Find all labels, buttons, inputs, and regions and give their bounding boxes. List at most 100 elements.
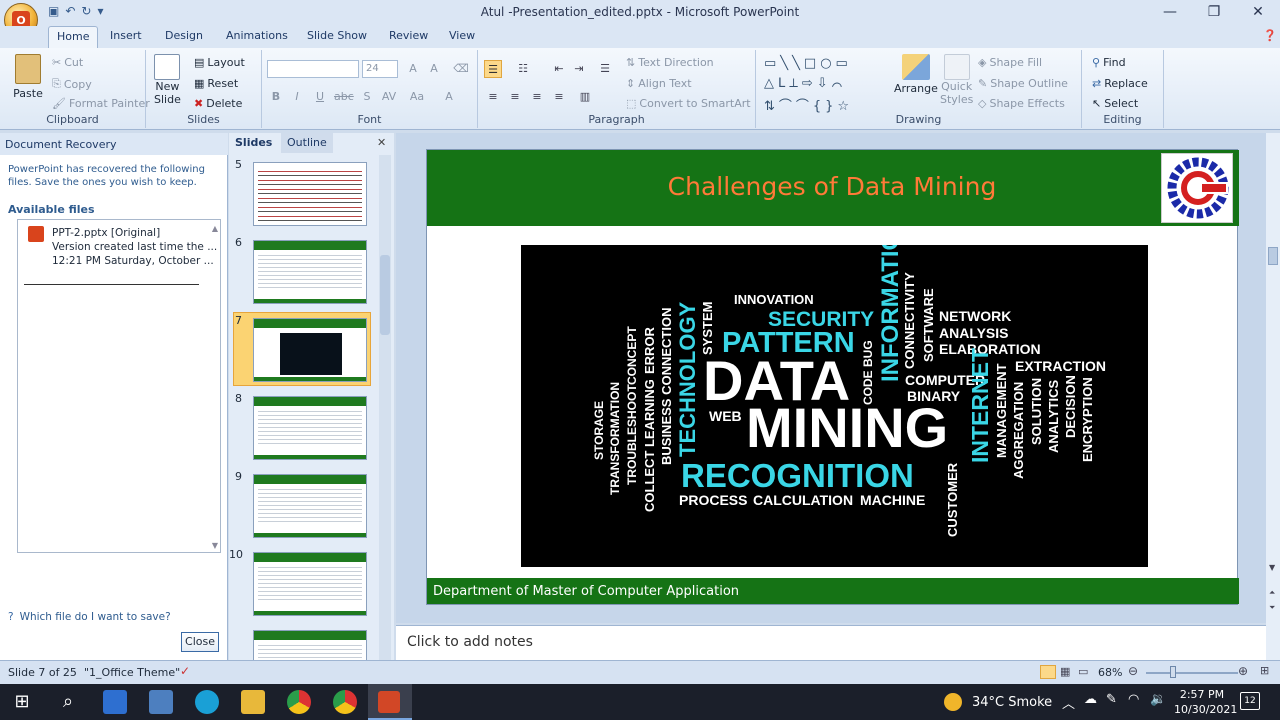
spelling-check-icon[interactable]: ✓ xyxy=(180,664,190,678)
scrollbar-thumb[interactable] xyxy=(1268,247,1278,265)
line-spacing-icon[interactable]: ☰ xyxy=(596,60,614,78)
zoom-in-icon[interactable]: ⊕ xyxy=(1238,664,1248,678)
copy-button[interactable]: ⎘ Copy xyxy=(52,77,92,91)
slide-footer-text[interactable]: Department of Master of Computer Applica… xyxy=(433,584,739,599)
find-button[interactable]: ⚲ Find xyxy=(1092,56,1126,69)
redo-icon[interactable]: ↻ xyxy=(81,4,91,20)
delete-button[interactable]: ✖ Delete xyxy=(194,97,242,110)
tab-slide-show[interactable]: Slide Show xyxy=(307,29,367,42)
edge-icon[interactable] xyxy=(195,690,219,714)
underline-icon[interactable]: U xyxy=(311,88,329,106)
shape-fill-button[interactable]: ◈ Shape Fill xyxy=(978,56,1042,69)
recovered-file-item[interactable]: PPT-2.pptx [Original] Version created la… xyxy=(52,226,217,268)
select-button[interactable]: ↖ Select xyxy=(1092,97,1138,110)
tab-insert[interactable]: Insert xyxy=(110,29,142,42)
new-slide-button[interactable]: New Slide xyxy=(154,54,181,106)
tab-view[interactable]: View xyxy=(449,29,475,42)
slide-thumbnail-8[interactable]: 8 xyxy=(235,392,369,462)
weather-icon[interactable] xyxy=(944,693,962,711)
network-icon[interactable]: ✎ xyxy=(1106,692,1117,707)
columns-icon[interactable]: ▥ xyxy=(576,88,594,106)
slide-thumbnail-5[interactable]: 5 xyxy=(235,158,369,228)
onedrive-icon[interactable]: ☁ xyxy=(1084,692,1097,707)
close-recovery-button[interactable]: Close xyxy=(181,632,219,652)
editor-vertical-scrollbar[interactable]: ▼ ⏶ ⏷ xyxy=(1266,133,1280,660)
zoom-slider[interactable] xyxy=(1146,672,1238,674)
slide-thumbnail-10[interactable]: 10 xyxy=(229,548,369,618)
slide-thumbnail-9[interactable]: 9 xyxy=(235,470,369,540)
zoom-slider-thumb[interactable] xyxy=(1170,666,1176,678)
current-slide[interactable]: Challenges of Data Mining INNOVATION SEC… xyxy=(426,149,1239,605)
shapes-gallery[interactable]: ▭╲╲□○▭ xyxy=(764,56,852,71)
shrink-font-icon[interactable]: A xyxy=(425,60,443,78)
font-size-select[interactable]: 24 xyxy=(362,60,398,78)
spacing-icon[interactable]: AV xyxy=(380,88,398,106)
scroll-down-icon[interactable]: ▼ xyxy=(212,541,218,550)
previous-slide-icon[interactable]: ⏶ xyxy=(1269,588,1275,598)
close-window-button[interactable]: ✕ xyxy=(1236,0,1280,24)
arrange-button[interactable]: Arrange xyxy=(894,54,938,95)
slide-thumbnail-11[interactable]: 11 xyxy=(249,626,369,660)
help-icon[interactable]: ❓ xyxy=(1263,29,1277,42)
increase-indent-icon[interactable]: ⇥ xyxy=(570,60,588,78)
bold-icon[interactable]: B xyxy=(267,88,285,106)
volume-icon[interactable]: 🔉 xyxy=(1150,692,1166,707)
slide-title[interactable]: Challenges of Data Mining xyxy=(427,172,1237,201)
minimize-button[interactable]: — xyxy=(1148,0,1192,24)
justify-icon[interactable]: ≡ xyxy=(550,88,568,106)
convert-smartart-button[interactable]: ⬚ Convert to SmartArt xyxy=(626,97,751,110)
bullets-icon[interactable]: ☰ xyxy=(484,60,502,78)
undo-icon[interactable]: ↶ xyxy=(65,4,75,20)
tab-design[interactable]: Design xyxy=(165,29,203,42)
italic-icon[interactable]: I xyxy=(288,88,306,106)
thumbnails-scrollbar[interactable] xyxy=(379,155,391,660)
chrome-icon[interactable] xyxy=(287,690,311,714)
decrease-indent-icon[interactable]: ⇤ xyxy=(550,60,568,78)
shape-outline-button[interactable]: ✎ Shape Outline xyxy=(978,77,1068,90)
font-name-select[interactable] xyxy=(267,60,359,78)
align-text-button[interactable]: ⇕ Align Text xyxy=(626,77,692,90)
shapes-gallery-row2[interactable]: △ᒪ⟂⇨⇩⌒ xyxy=(764,76,846,91)
tab-review[interactable]: Review xyxy=(389,29,428,42)
zoom-level[interactable]: 68% xyxy=(1098,666,1122,679)
shapes-gallery-row3[interactable]: ⇅⌒⌒{}☆ xyxy=(764,95,853,114)
slide-thumbnail-6[interactable]: 6 xyxy=(235,236,369,306)
windows-start-icon[interactable]: ⊞ xyxy=(10,690,34,714)
shadow-icon[interactable]: S xyxy=(358,88,376,106)
tab-slides[interactable]: Slides xyxy=(229,133,274,153)
clock[interactable]: 2:57 PM 10/30/2021 xyxy=(1174,687,1237,717)
slide-sorter-icon[interactable]: ▦ xyxy=(1060,665,1070,678)
tab-home[interactable]: Home xyxy=(48,26,99,48)
customize-qat-icon[interactable]: ▾ xyxy=(97,4,103,20)
cut-button[interactable]: ✂ Cut xyxy=(52,56,83,69)
chrome-icon-2[interactable] xyxy=(333,690,357,714)
file-explorer-icon[interactable] xyxy=(241,690,265,714)
save-icon[interactable]: ▣ xyxy=(48,4,59,20)
layout-button[interactable]: ▤ Layout xyxy=(194,56,245,69)
clear-format-icon[interactable]: ⌫ xyxy=(452,60,470,78)
text-direction-button[interactable]: ⇅ Text Direction xyxy=(626,56,714,69)
grow-font-icon[interactable]: A xyxy=(404,60,422,78)
weather-text[interactable]: 34°C Smoke xyxy=(972,695,1052,710)
store-icon[interactable] xyxy=(103,690,127,714)
notes-pane[interactable]: Click to add notes xyxy=(396,625,1266,660)
shape-effects-button[interactable]: ◇ Shape Effects xyxy=(978,97,1065,110)
scroll-up-icon[interactable]: ▲ xyxy=(212,224,218,233)
change-case-icon[interactable]: Aa xyxy=(408,88,426,106)
search-icon[interactable]: ⌕ xyxy=(56,690,80,714)
numbering-icon[interactable]: ☷ xyxy=(514,60,532,78)
reset-button[interactable]: ▦ Reset xyxy=(194,77,238,90)
font-color-icon[interactable]: A xyxy=(440,88,458,106)
fit-to-window-icon[interactable]: ⊞ xyxy=(1260,664,1269,677)
next-slide-icon[interactable]: ⏷ xyxy=(1269,603,1275,613)
restore-button[interactable]: ❐ xyxy=(1192,0,1236,24)
quick-styles-button[interactable]: Quick Styles xyxy=(940,54,973,106)
tab-animations[interactable]: Animations xyxy=(226,29,288,42)
slide-thumbnail-7[interactable]: 7 xyxy=(235,314,369,384)
format-painter-button[interactable]: 🖌 Format Painter xyxy=(52,97,150,110)
replace-button[interactable]: ⇄ Replace xyxy=(1092,77,1148,90)
tab-outline[interactable]: Outline xyxy=(281,133,333,153)
pc-icon[interactable] xyxy=(149,690,173,714)
tray-overflow-icon[interactable]: ︿ xyxy=(1062,693,1075,712)
powerpoint-taskbar-item[interactable] xyxy=(368,684,412,720)
